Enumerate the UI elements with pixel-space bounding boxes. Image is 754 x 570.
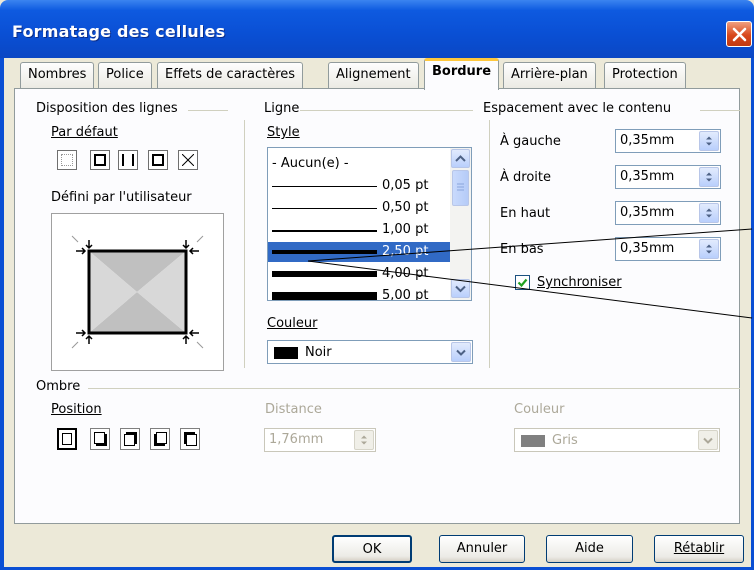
cancel-button[interactable]: Annuler xyxy=(439,535,525,563)
help-button[interactable]: Aide xyxy=(546,535,633,563)
annotation-lines xyxy=(307,228,753,319)
reset-button[interactable]: Rétablir xyxy=(654,535,744,563)
ok-button[interactable]: OK xyxy=(332,535,412,563)
